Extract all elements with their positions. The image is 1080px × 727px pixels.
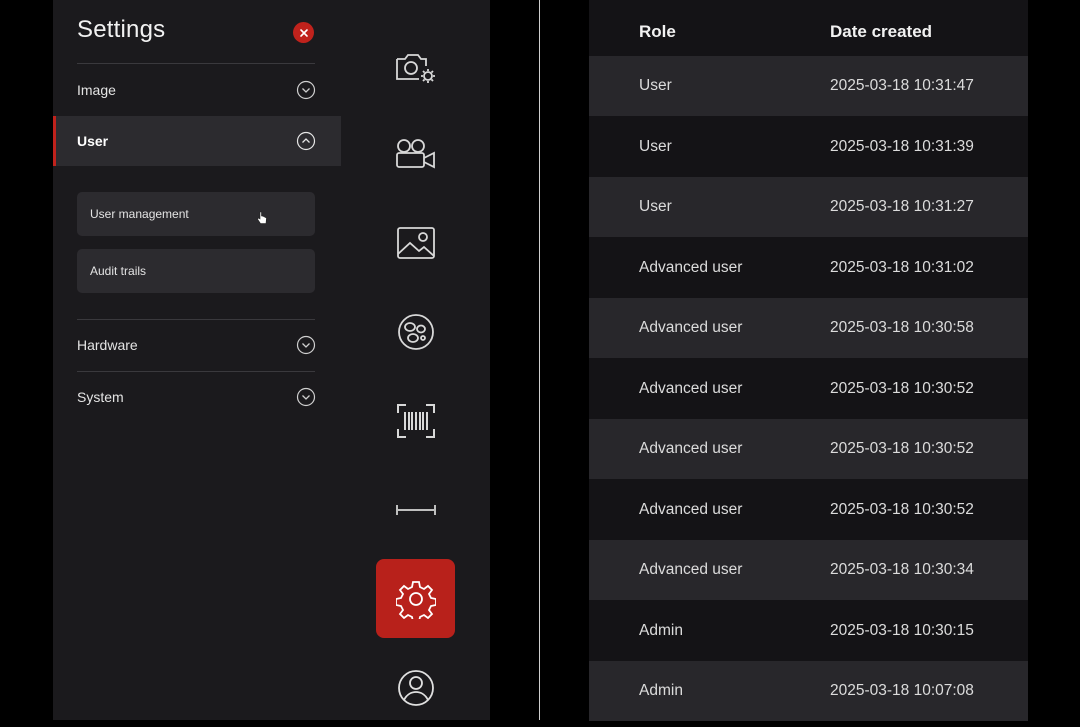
table-row[interactable]: Advanced user 2025-03-18 10:31:02 bbox=[589, 238, 1028, 298]
section-system-label: System bbox=[77, 389, 124, 405]
cell-role: Admin bbox=[639, 682, 683, 699]
user-management-label: User management bbox=[90, 207, 189, 221]
cell-role: Advanced user bbox=[639, 319, 743, 336]
active-section-indicator bbox=[53, 116, 56, 166]
user-management-button[interactable]: User management bbox=[77, 192, 315, 236]
icon-rail bbox=[341, 0, 490, 720]
table-row[interactable]: Advanced user 2025-03-18 10:30:34 bbox=[589, 540, 1028, 600]
table-row[interactable]: Admin 2025-03-18 10:07:08 bbox=[589, 661, 1028, 721]
camera-settings-button[interactable] bbox=[376, 28, 455, 107]
table-row[interactable]: User 2025-03-18 10:31:47 bbox=[589, 56, 1028, 116]
column-header-role[interactable]: Role bbox=[639, 22, 676, 42]
chevron-down-icon bbox=[296, 387, 316, 407]
table-row[interactable]: Advanced user 2025-03-18 10:30:58 bbox=[589, 298, 1028, 358]
section-user[interactable]: User bbox=[53, 116, 341, 166]
chevron-down-icon bbox=[296, 80, 316, 100]
table-row[interactable]: User 2025-03-18 10:31:27 bbox=[589, 177, 1028, 237]
audit-trails-button[interactable]: Audit trails bbox=[77, 249, 315, 293]
user-profile-button[interactable] bbox=[376, 648, 455, 727]
cell-role: Advanced user bbox=[639, 379, 743, 397]
section-hardware[interactable]: Hardware bbox=[53, 320, 341, 370]
section-hardware-label: Hardware bbox=[77, 337, 138, 353]
video-camera-icon bbox=[395, 138, 435, 168]
cells-button[interactable] bbox=[376, 292, 455, 371]
audit-trails-label: Audit trails bbox=[90, 264, 147, 278]
user-profile-icon bbox=[397, 669, 434, 706]
cell-date-created: 2025-03-18 10:30:52 bbox=[830, 500, 974, 518]
pane-divider[interactable] bbox=[539, 0, 540, 720]
table-row[interactable]: Advanced user 2025-03-18 10:30:52 bbox=[589, 419, 1028, 479]
chevron-down-icon bbox=[296, 335, 316, 355]
cell-role: Admin bbox=[639, 621, 683, 639]
cell-date-created: 2025-03-18 10:31:02 bbox=[830, 258, 974, 276]
camera-settings-icon bbox=[395, 53, 435, 83]
table-row[interactable]: Admin 2025-03-18 10:30:15 bbox=[589, 601, 1028, 661]
section-system[interactable]: System bbox=[53, 372, 341, 422]
chevron-up-icon bbox=[296, 131, 316, 151]
section-user-label: User bbox=[77, 133, 109, 149]
cell-date-created: 2025-03-18 10:31:39 bbox=[830, 137, 974, 155]
cell-role: User bbox=[639, 198, 672, 215]
image-button[interactable] bbox=[376, 203, 455, 282]
cell-date-created: 2025-03-18 10:07:08 bbox=[830, 682, 974, 699]
settings-button[interactable] bbox=[376, 559, 455, 638]
cells-icon bbox=[397, 313, 434, 350]
cursor-hand-icon bbox=[257, 211, 267, 224]
settings-title: Settings bbox=[77, 16, 166, 43]
cell-date-created: 2025-03-18 10:30:58 bbox=[830, 319, 974, 336]
close-icon bbox=[299, 28, 308, 37]
cell-date-created: 2025-03-18 10:30:52 bbox=[830, 440, 974, 457]
table-row[interactable]: User 2025-03-18 10:31:39 bbox=[589, 117, 1028, 177]
video-camera-button[interactable] bbox=[376, 114, 455, 193]
measure-button[interactable] bbox=[376, 470, 455, 549]
image-icon bbox=[396, 226, 435, 259]
cell-date-created: 2025-03-18 10:31:47 bbox=[830, 77, 974, 94]
cell-role: Advanced user bbox=[639, 561, 743, 578]
divider bbox=[77, 63, 315, 64]
section-image[interactable]: Image bbox=[53, 65, 341, 115]
close-button[interactable] bbox=[293, 22, 314, 43]
cell-role: Advanced user bbox=[639, 500, 743, 518]
measure-icon bbox=[395, 504, 436, 515]
table-row[interactable]: Advanced user 2025-03-18 10:30:52 bbox=[589, 359, 1028, 419]
settings-gear-icon bbox=[395, 580, 436, 619]
barcode-icon bbox=[396, 403, 435, 438]
cell-role: Advanced user bbox=[639, 258, 743, 276]
barcode-button[interactable] bbox=[376, 381, 455, 460]
column-header-date-created[interactable]: Date created bbox=[830, 22, 932, 42]
cell-date-created: 2025-03-18 10:31:27 bbox=[830, 198, 974, 215]
table-row[interactable]: Advanced user 2025-03-18 10:30:52 bbox=[589, 480, 1028, 540]
cell-role: User bbox=[639, 77, 672, 94]
cell-role: Advanced user bbox=[639, 440, 743, 457]
cell-date-created: 2025-03-18 10:30:15 bbox=[830, 621, 974, 639]
settings-panel: Settings Image User User management Audi… bbox=[53, 0, 341, 720]
cell-date-created: 2025-03-18 10:30:34 bbox=[830, 561, 974, 578]
users-table: Role Date created User 2025-03-18 10:31:4… bbox=[589, 0, 1028, 721]
section-image-label: Image bbox=[77, 82, 116, 98]
cell-date-created: 2025-03-18 10:30:52 bbox=[830, 379, 974, 397]
cell-role: User bbox=[639, 137, 672, 155]
